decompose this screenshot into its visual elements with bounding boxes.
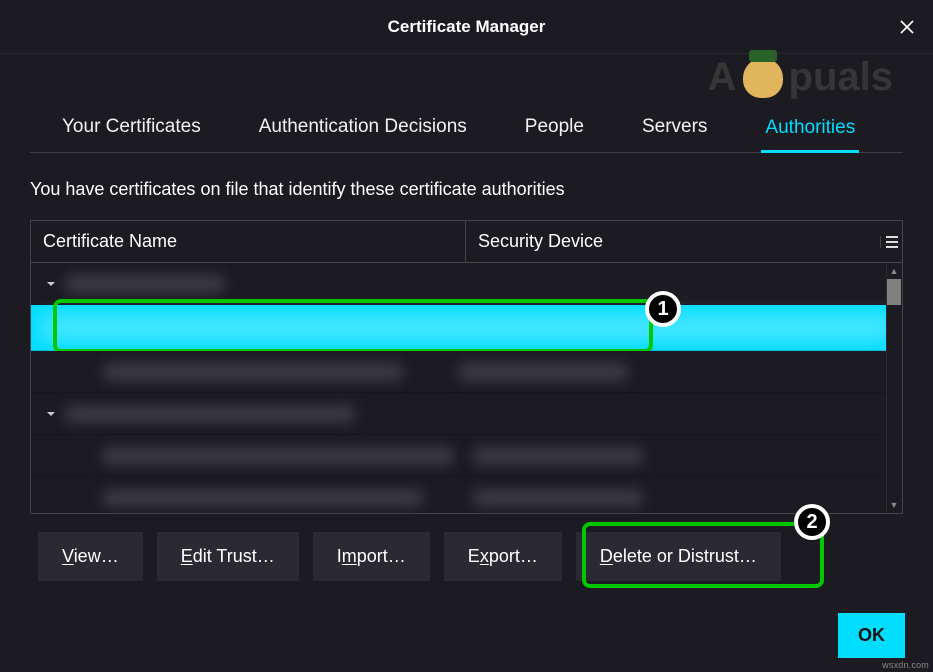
annotation-badge-1: 1 bbox=[645, 291, 681, 327]
tabs-container: Your Certificates Authentication Decisio… bbox=[0, 54, 933, 153]
source-watermark: wsxdn.com bbox=[882, 660, 929, 670]
action-buttons-row: View… Edit Trust… Import… Export… Delete… bbox=[0, 514, 933, 581]
redacted-text bbox=[103, 363, 403, 381]
scroll-up-arrow-icon[interactable]: ▲ bbox=[886, 263, 902, 279]
table-row[interactable] bbox=[31, 435, 902, 477]
import-button[interactable]: Import… bbox=[313, 532, 430, 581]
close-button[interactable] bbox=[891, 11, 923, 43]
close-icon bbox=[900, 20, 914, 34]
table-row[interactable] bbox=[31, 351, 902, 393]
column-header-certificate-name[interactable]: Certificate Name bbox=[31, 221, 466, 262]
dialog-header: Certificate Manager bbox=[0, 0, 933, 54]
tab-servers[interactable]: Servers bbox=[638, 104, 711, 152]
tab-people[interactable]: People bbox=[521, 104, 588, 152]
scrollbar-vertical[interactable]: ▲ ▼ bbox=[886, 263, 902, 513]
redacted-text bbox=[458, 363, 628, 381]
redacted-text bbox=[103, 489, 423, 507]
certificate-table: Certificate Name Security Device 1 bbox=[30, 220, 903, 514]
export-button[interactable]: Export… bbox=[444, 532, 562, 581]
chevron-down-icon[interactable] bbox=[43, 406, 59, 422]
scrollbar-thumb[interactable] bbox=[887, 279, 901, 305]
redacted-text bbox=[65, 275, 225, 293]
table-group-row[interactable] bbox=[31, 393, 902, 435]
delete-or-distrust-button[interactable]: Delete or Distrust… bbox=[576, 532, 781, 581]
dialog-footer: OK bbox=[838, 613, 905, 658]
chevron-down-icon[interactable] bbox=[43, 276, 59, 292]
column-picker-icon bbox=[886, 236, 898, 248]
annotation-badge-2: 2 bbox=[794, 504, 830, 540]
ok-button[interactable]: OK bbox=[838, 613, 905, 658]
table-row-selected[interactable]: 1 bbox=[31, 305, 902, 351]
tabs: Your Certificates Authentication Decisio… bbox=[30, 104, 903, 153]
view-button[interactable]: View… bbox=[38, 532, 143, 581]
scroll-down-arrow-icon[interactable]: ▼ bbox=[886, 497, 902, 513]
table-header: Certificate Name Security Device bbox=[31, 221, 902, 263]
redacted-text bbox=[473, 489, 643, 507]
table-group-row[interactable] bbox=[31, 263, 902, 305]
edit-trust-button[interactable]: Edit Trust… bbox=[157, 532, 299, 581]
redacted-text bbox=[103, 447, 453, 465]
table-body: 1 ▲ ▼ bbox=[31, 263, 902, 513]
tab-authentication-decisions[interactable]: Authentication Decisions bbox=[255, 104, 471, 152]
table-row[interactable] bbox=[31, 477, 902, 513]
column-header-security-device[interactable]: Security Device bbox=[466, 221, 880, 262]
redacted-text bbox=[41, 313, 892, 342]
column-picker-button[interactable] bbox=[880, 236, 902, 248]
redacted-text bbox=[65, 405, 355, 423]
tab-your-certificates[interactable]: Your Certificates bbox=[58, 104, 205, 152]
redacted-text bbox=[473, 447, 643, 465]
dialog-title: Certificate Manager bbox=[388, 17, 546, 37]
page-subtitle: You have certificates on file that ident… bbox=[0, 153, 933, 210]
tab-authorities[interactable]: Authorities bbox=[761, 105, 859, 153]
